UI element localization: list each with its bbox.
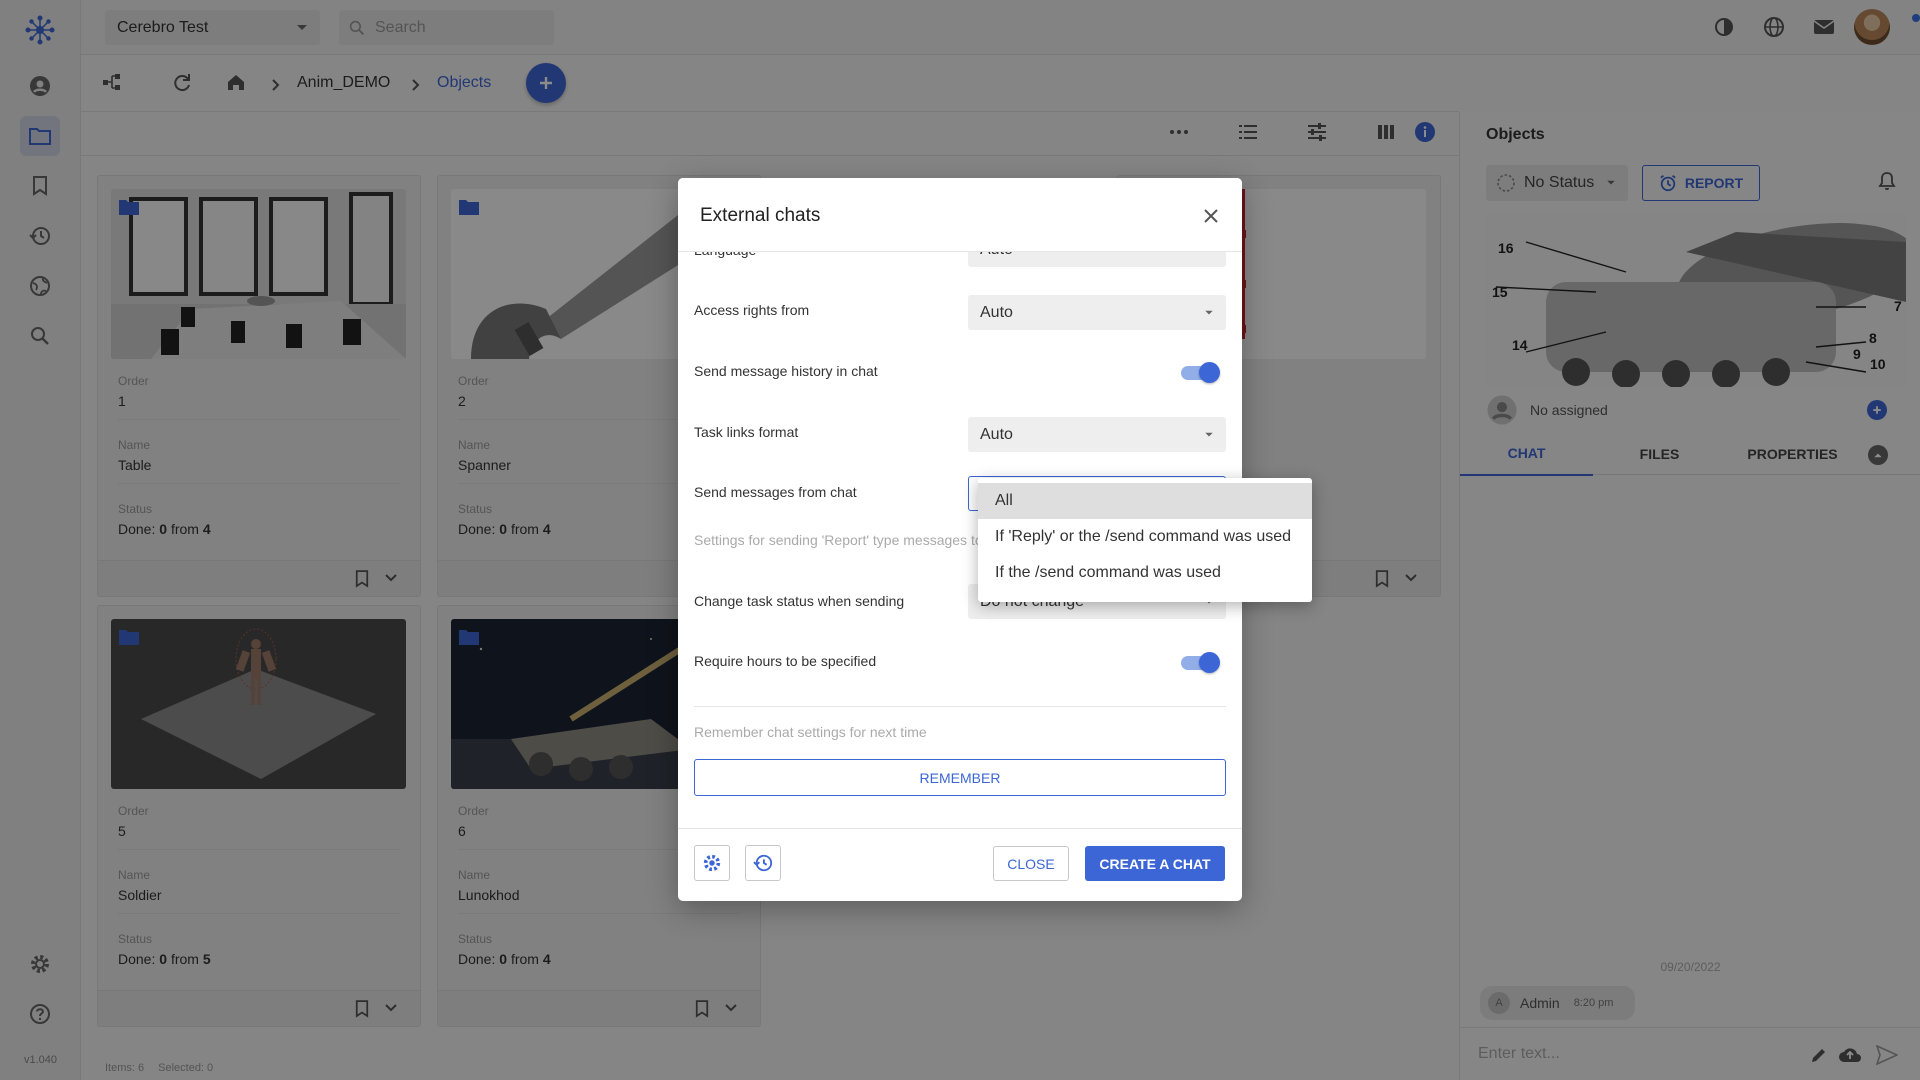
send-from-chat-label: Send messages from chat xyxy=(694,484,857,500)
gear-icon xyxy=(703,854,721,872)
task-links-value: Auto xyxy=(980,425,1013,443)
access-rights-value: Auto xyxy=(980,303,1013,321)
dialog-footer: CLOSE CREATE A CHAT xyxy=(678,828,1242,901)
remember-button[interactable]: REMEMBER xyxy=(694,759,1226,796)
send-from-chat-menu: All If 'Reply' or the /send command was … xyxy=(978,478,1312,602)
close-icon[interactable] xyxy=(1198,203,1224,229)
chevron-down-icon xyxy=(1205,432,1213,436)
settings-button[interactable] xyxy=(694,845,730,881)
chevron-down-icon xyxy=(1205,310,1213,314)
menu-option-all[interactable]: All xyxy=(978,483,1312,519)
access-rights-label: Access rights from xyxy=(694,302,810,318)
remember-hint: Remember chat settings for next time xyxy=(694,724,927,740)
message-history-toggle[interactable] xyxy=(1179,362,1220,383)
dialog-header: External chats xyxy=(678,178,1242,252)
task-links-label: Task links format xyxy=(694,424,799,440)
menu-option-reply-or-send[interactable]: If 'Reply' or the /send command was used xyxy=(978,519,1312,555)
report-settings-hint: Settings for sending 'Report' type messa… xyxy=(694,532,983,548)
create-chat-button[interactable]: CREATE A CHAT xyxy=(1085,846,1225,881)
close-button[interactable]: CLOSE xyxy=(993,846,1069,881)
history-icon xyxy=(753,854,773,872)
reset-button[interactable] xyxy=(745,845,781,881)
menu-option-send-only[interactable]: If the /send command was used xyxy=(978,555,1312,591)
dialog-title: External chats xyxy=(700,205,821,226)
change-status-label: Change task status when sending xyxy=(694,593,905,609)
task-links-select[interactable]: Auto xyxy=(968,417,1226,452)
require-hours-label: Require hours to be specified xyxy=(694,653,877,669)
require-hours-toggle[interactable] xyxy=(1179,652,1220,673)
message-history-label: Send message history in chat xyxy=(694,363,878,379)
access-rights-select[interactable]: Auto xyxy=(968,295,1226,330)
